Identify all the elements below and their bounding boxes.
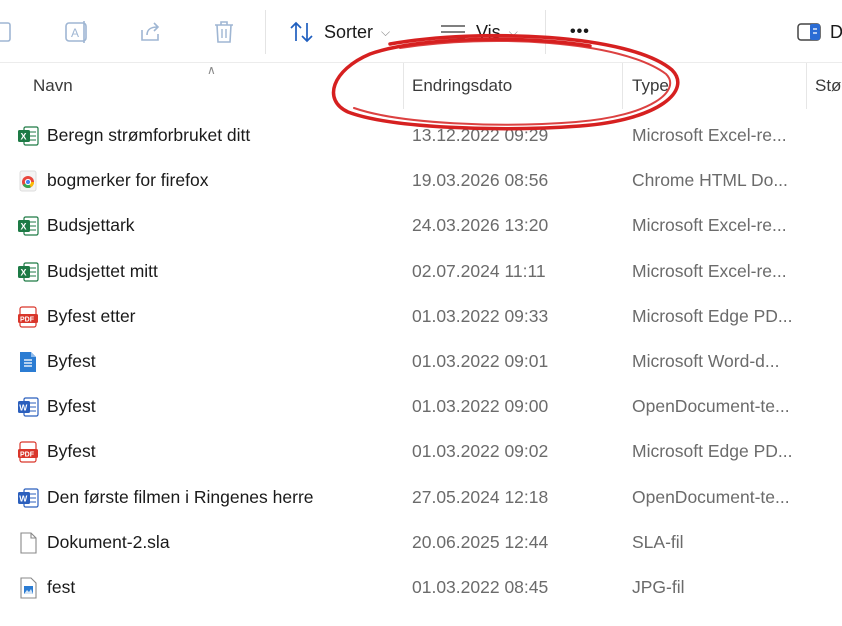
- file-row[interactable]: X Budsjettet mitt 02.07.2024 11:11 Microsof…: [0, 249, 842, 294]
- file-row[interactable]: PDF Byfest 01.03.2022 09:02 Microsoft Edge …: [0, 429, 842, 474]
- sort-label: Sorter: [324, 21, 374, 42]
- file-date: 27.05.2024 12:18: [412, 486, 549, 507]
- file-type: JPG-fil: [632, 576, 685, 597]
- column-divider[interactable]: [403, 63, 404, 109]
- view-icon: [441, 25, 465, 39]
- svg-text:A: A: [71, 26, 79, 40]
- excel-icon: X: [17, 261, 39, 283]
- word-icon: W: [17, 396, 39, 418]
- file-name: Den første filmen i Ringenes herre: [47, 486, 314, 507]
- file-type: Microsoft Edge PD...: [632, 441, 793, 462]
- file-name: Budsjettark: [47, 215, 135, 236]
- column-type[interactable]: Type: [632, 63, 669, 109]
- excel-icon: X: [17, 215, 39, 237]
- pdf-icon: PDF: [17, 441, 39, 463]
- word-doc-icon: [17, 351, 39, 373]
- column-date[interactable]: Endringsdato: [412, 63, 512, 109]
- more-options-button[interactable]: •••: [570, 14, 590, 50]
- file-type: Microsoft Edge PD...: [632, 305, 793, 326]
- file-row[interactable]: X Budsjettark 24.03.2026 13:20 Microsoft Ex…: [0, 203, 842, 248]
- toolbar-separator: [545, 10, 546, 54]
- column-divider[interactable]: [806, 63, 807, 109]
- file-row[interactable]: X Beregn strømforbruket ditt 13.12.2022 09…: [0, 113, 842, 158]
- file-name: Beregn strømforbruket ditt: [47, 125, 251, 145]
- svg-text:X: X: [21, 267, 27, 277]
- file-type: Microsoft Excel-re...: [632, 125, 787, 145]
- file-list: X Beregn strømforbruket ditt 13.12.2022 09…: [0, 113, 842, 610]
- svg-text:PDF: PDF: [20, 452, 35, 459]
- file-row[interactable]: PDF Byfest etter 01.03.2022 09:33 Microsoft…: [0, 294, 842, 339]
- toolbar-separator: [265, 10, 266, 54]
- svg-text:W: W: [19, 493, 28, 503]
- word-icon: W: [17, 487, 39, 509]
- excel-icon: X: [17, 125, 39, 147]
- file-date: 01.03.2022 09:02: [412, 441, 549, 462]
- pdf-icon: PDF: [17, 306, 39, 328]
- chevron-down-icon: ⌵: [381, 24, 391, 39]
- column-size[interactable]: Stø: [815, 63, 841, 109]
- file-date: 01.03.2022 09:01: [412, 350, 549, 371]
- sort-button[interactable]: Sorter ⌵: [288, 14, 390, 50]
- file-date: 13.12.2022 09:29: [412, 125, 549, 145]
- share-icon[interactable]: [137, 14, 165, 50]
- column-divider[interactable]: [622, 63, 623, 109]
- svg-text:PDF: PDF: [20, 316, 35, 323]
- svg-text:X: X: [21, 132, 27, 142]
- file-row[interactable]: W Den første filmen i Ringenes herre 27.05…: [0, 475, 842, 520]
- file-type: Microsoft Word-d...: [632, 350, 780, 371]
- file-type: OpenDocument-te...: [632, 486, 790, 507]
- command-bar: A Sorter ⌵ Vis ⌵ ••• D: [0, 0, 842, 62]
- file-type: Microsoft Excel-re...: [632, 215, 787, 236]
- details-label: D: [830, 21, 842, 42]
- file-date: 02.07.2024 11:11: [412, 260, 546, 281]
- column-name[interactable]: Navn: [33, 63, 73, 109]
- file-row[interactable]: bogmerker for firefox 19.03.2026 08:56 Chr…: [0, 158, 842, 203]
- file-date: 01.03.2022 08:45: [412, 576, 549, 597]
- view-label: Vis: [476, 21, 501, 42]
- svg-text:W: W: [19, 403, 28, 413]
- file-type: Microsoft Excel-re...: [632, 260, 787, 281]
- file-name: Byfest: [47, 350, 96, 371]
- file-row[interactable]: Byfest 01.03.2022 09:01 Microsoft Word-d..…: [0, 339, 842, 384]
- file-date: 01.03.2022 09:33: [412, 305, 549, 326]
- file-date: 01.03.2022 09:00: [412, 396, 549, 417]
- blank-file-icon: [17, 532, 39, 554]
- copy-icon[interactable]: [0, 14, 18, 50]
- file-name: bogmerker for firefox: [47, 170, 209, 191]
- details-pane-button[interactable]: D: [796, 14, 842, 50]
- svg-text:X: X: [21, 222, 27, 232]
- image-file-icon: [17, 577, 39, 599]
- file-date: 20.06.2025 12:44: [412, 531, 549, 552]
- file-type: OpenDocument-te...: [632, 396, 790, 417]
- file-date: 24.03.2026 13:20: [412, 215, 549, 236]
- chrome-icon: [17, 170, 39, 192]
- file-type: Chrome HTML Do...: [632, 170, 788, 191]
- more-icon: •••: [570, 23, 590, 40]
- details-pane-icon: [797, 23, 821, 41]
- file-date: 19.03.2026 08:56: [412, 170, 549, 191]
- file-row[interactable]: fest 01.03.2022 08:45 JPG-fil: [0, 565, 842, 610]
- column-header: ∧ Navn Endringsdato Type Stø: [0, 62, 842, 109]
- view-button[interactable]: Vis ⌵: [440, 14, 518, 50]
- sort-ascending-icon: ∧: [207, 63, 216, 77]
- file-name: fest: [47, 576, 76, 597]
- delete-icon[interactable]: [211, 14, 237, 50]
- chevron-down-icon: ⌵: [508, 24, 518, 39]
- file-name: Dokument-2.sla: [47, 531, 170, 552]
- file-row[interactable]: Dokument-2.sla 20.06.2025 12:44 SLA-fil: [0, 520, 842, 565]
- file-name: Byfest: [47, 396, 96, 417]
- file-name: Byfest: [47, 441, 96, 462]
- file-name: Budsjettet mitt: [47, 260, 158, 281]
- rename-icon[interactable]: A: [63, 14, 91, 50]
- file-name: Byfest etter: [47, 305, 136, 326]
- sort-icon: [290, 21, 313, 43]
- file-type: SLA-fil: [632, 531, 684, 552]
- file-row[interactable]: W Byfest 01.03.2022 09:00 OpenDocument-te..…: [0, 384, 842, 429]
